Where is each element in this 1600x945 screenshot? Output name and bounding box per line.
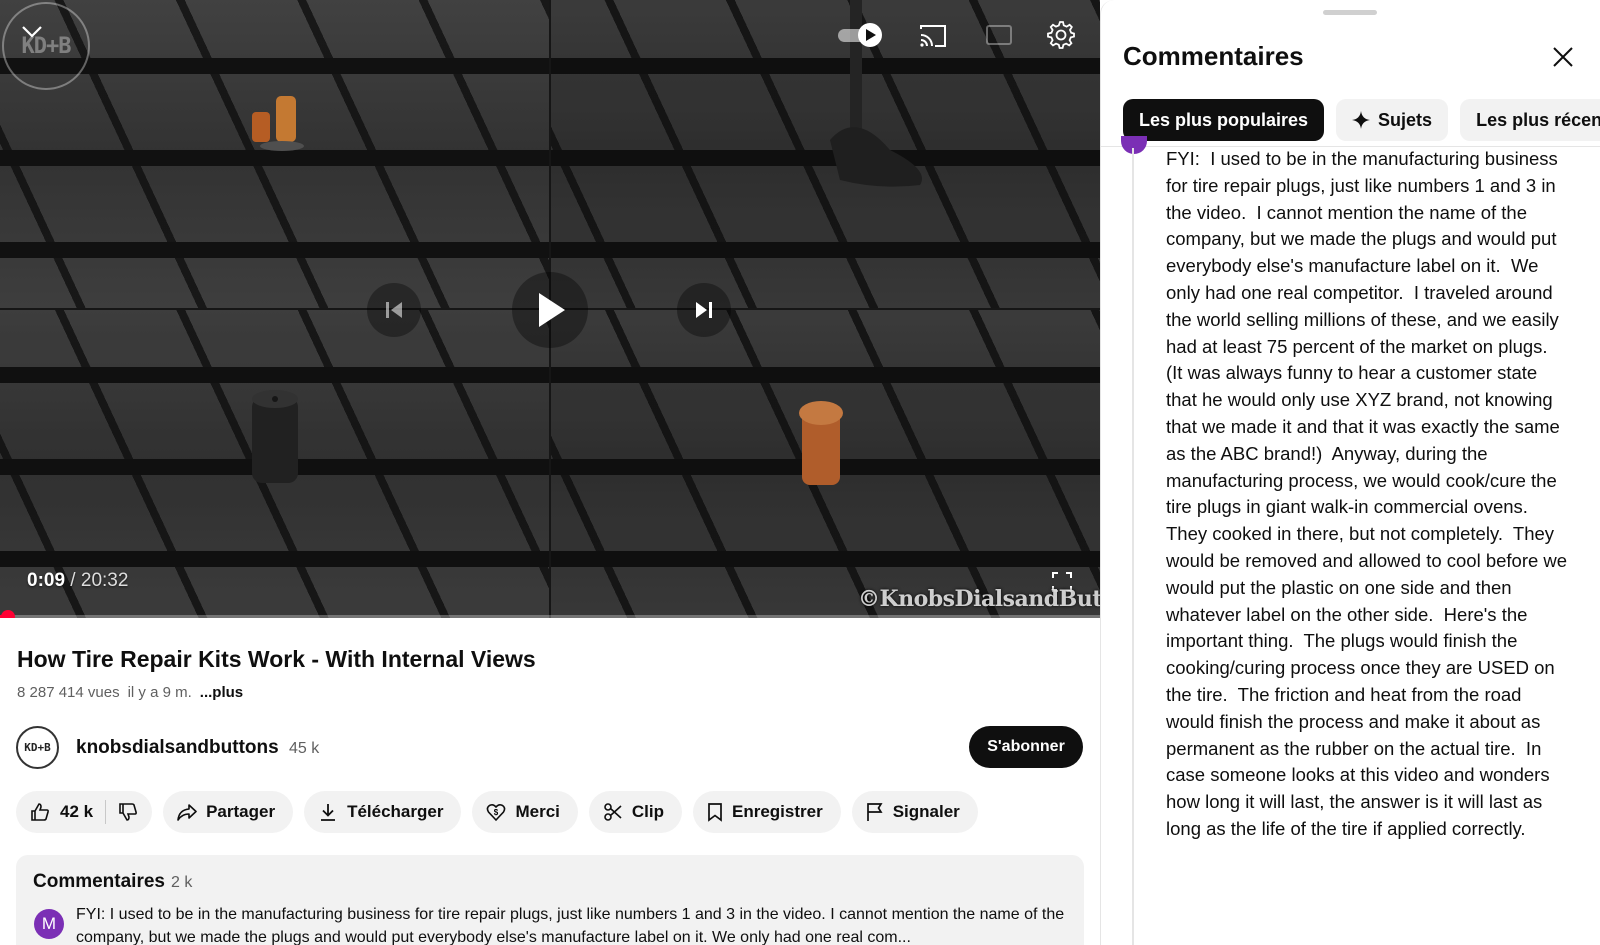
autoplay-toggle-icon[interactable] [836, 20, 886, 50]
current-time: 0:09 [27, 570, 66, 591]
comments-preview-card[interactable]: Commentaires 2 k M FYI: I used to be in t… [16, 855, 1084, 945]
upload-age: il y a 9 m. [127, 684, 192, 701]
drag-handle[interactable] [1323, 10, 1377, 15]
thumbs-down-icon [119, 803, 138, 821]
thanks-icon: $ [487, 803, 506, 822]
comments-card-label: Commentaires [33, 871, 165, 892]
gear-icon[interactable] [1044, 18, 1078, 52]
thanks-button[interactable]: $ Merci [472, 791, 578, 833]
subscriber-count: 45 k [289, 740, 320, 757]
time-display: 0:09 / 20:32 [27, 570, 128, 592]
channel-avatar[interactable]: KD+B [16, 726, 59, 769]
chip-topics[interactable]: Sujets [1336, 99, 1449, 141]
download-icon [321, 804, 336, 821]
download-label: Télécharger [347, 802, 444, 821]
chip-top-comments[interactable]: Les plus populaires [1123, 99, 1325, 141]
comment-preview-text: FYI: I used to be in the manufacturing b… [76, 906, 1065, 945]
comments-card-title: Commentaires 2 k [33, 871, 192, 893]
previous-icon[interactable] [367, 283, 421, 337]
chip-label: Les plus populaires [1139, 109, 1309, 130]
duration: 20:32 [80, 570, 129, 591]
cast-icon[interactable] [916, 20, 950, 52]
chip-newest[interactable]: Les plus récen [1460, 99, 1600, 141]
close-icon[interactable] [1549, 43, 1577, 71]
svg-text:$: $ [494, 808, 499, 817]
share-icon [177, 804, 197, 821]
comment-body: FYI: I used to be in the manufacturing b… [1166, 148, 1573, 839]
time-separator: / [65, 570, 81, 591]
play-icon[interactable] [512, 272, 588, 348]
report-button[interactable]: Signaler [851, 791, 978, 833]
like-dislike-group: 42 k [16, 791, 153, 833]
thread-line [1132, 148, 1134, 945]
commenter-avatar: M [34, 909, 64, 939]
download-button[interactable]: Télécharger [304, 791, 462, 833]
next-icon[interactable] [677, 283, 731, 337]
view-count: 8 287 414 vues [17, 684, 120, 701]
clip-label: Clip [631, 802, 664, 821]
video-meta: 8 287 414 vues il y a 9 m. ...plus [17, 684, 243, 701]
sparkle-icon [1352, 111, 1371, 129]
chip-label: Sujets [1378, 109, 1433, 130]
video-title: How Tire Repair Kits Work - With Interna… [17, 646, 536, 672]
report-label: Signaler [892, 802, 960, 821]
commenter-avatar-partial [1121, 136, 1147, 154]
like-count: 42 k [60, 802, 94, 821]
action-bar: 42 k Partager Télécharger $ Merci Clip E… [16, 791, 978, 833]
dislike-button[interactable] [106, 802, 138, 822]
clip-button[interactable]: Clip [588, 791, 682, 833]
minimize-chevron-icon[interactable] [14, 14, 50, 50]
comments-panel: Commentaires Les plus populaires Sujets … [1100, 0, 1600, 945]
progress-bar[interactable] [0, 615, 1100, 618]
subscribe-button[interactable]: S'abonner [969, 726, 1083, 768]
like-button[interactable]: 42 k [30, 800, 107, 824]
sort-chips: Les plus populaires Sujets Les plus réce… [1123, 99, 1600, 141]
description-more-link[interactable]: ...plus [200, 684, 243, 701]
progress-scrubber[interactable] [1, 610, 15, 618]
panel-title: Commentaires [1123, 41, 1304, 71]
channel-name[interactable]: knobsdialsandbuttons [76, 737, 279, 759]
video-watermark: ©KnobsDialsandButtons [858, 586, 1100, 612]
captions-icon[interactable] [984, 22, 1014, 48]
bookmark-icon [708, 803, 722, 822]
flag-icon [866, 803, 883, 821]
thumbs-up-icon [31, 803, 49, 821]
comment-count: 2 k [171, 874, 193, 891]
chip-label: Les plus récen [1476, 109, 1600, 130]
share-button[interactable]: Partager [163, 791, 294, 833]
share-label: Partager [206, 802, 276, 821]
save-label: Enregistrer [732, 802, 823, 821]
save-button[interactable]: Enregistrer [693, 791, 841, 833]
video-player[interactable]: KD+B 0:09 / 20:32 ©KnobsDialsandBut [0, 0, 1100, 618]
thanks-label: Merci [515, 802, 560, 821]
scissors-icon [604, 803, 622, 821]
